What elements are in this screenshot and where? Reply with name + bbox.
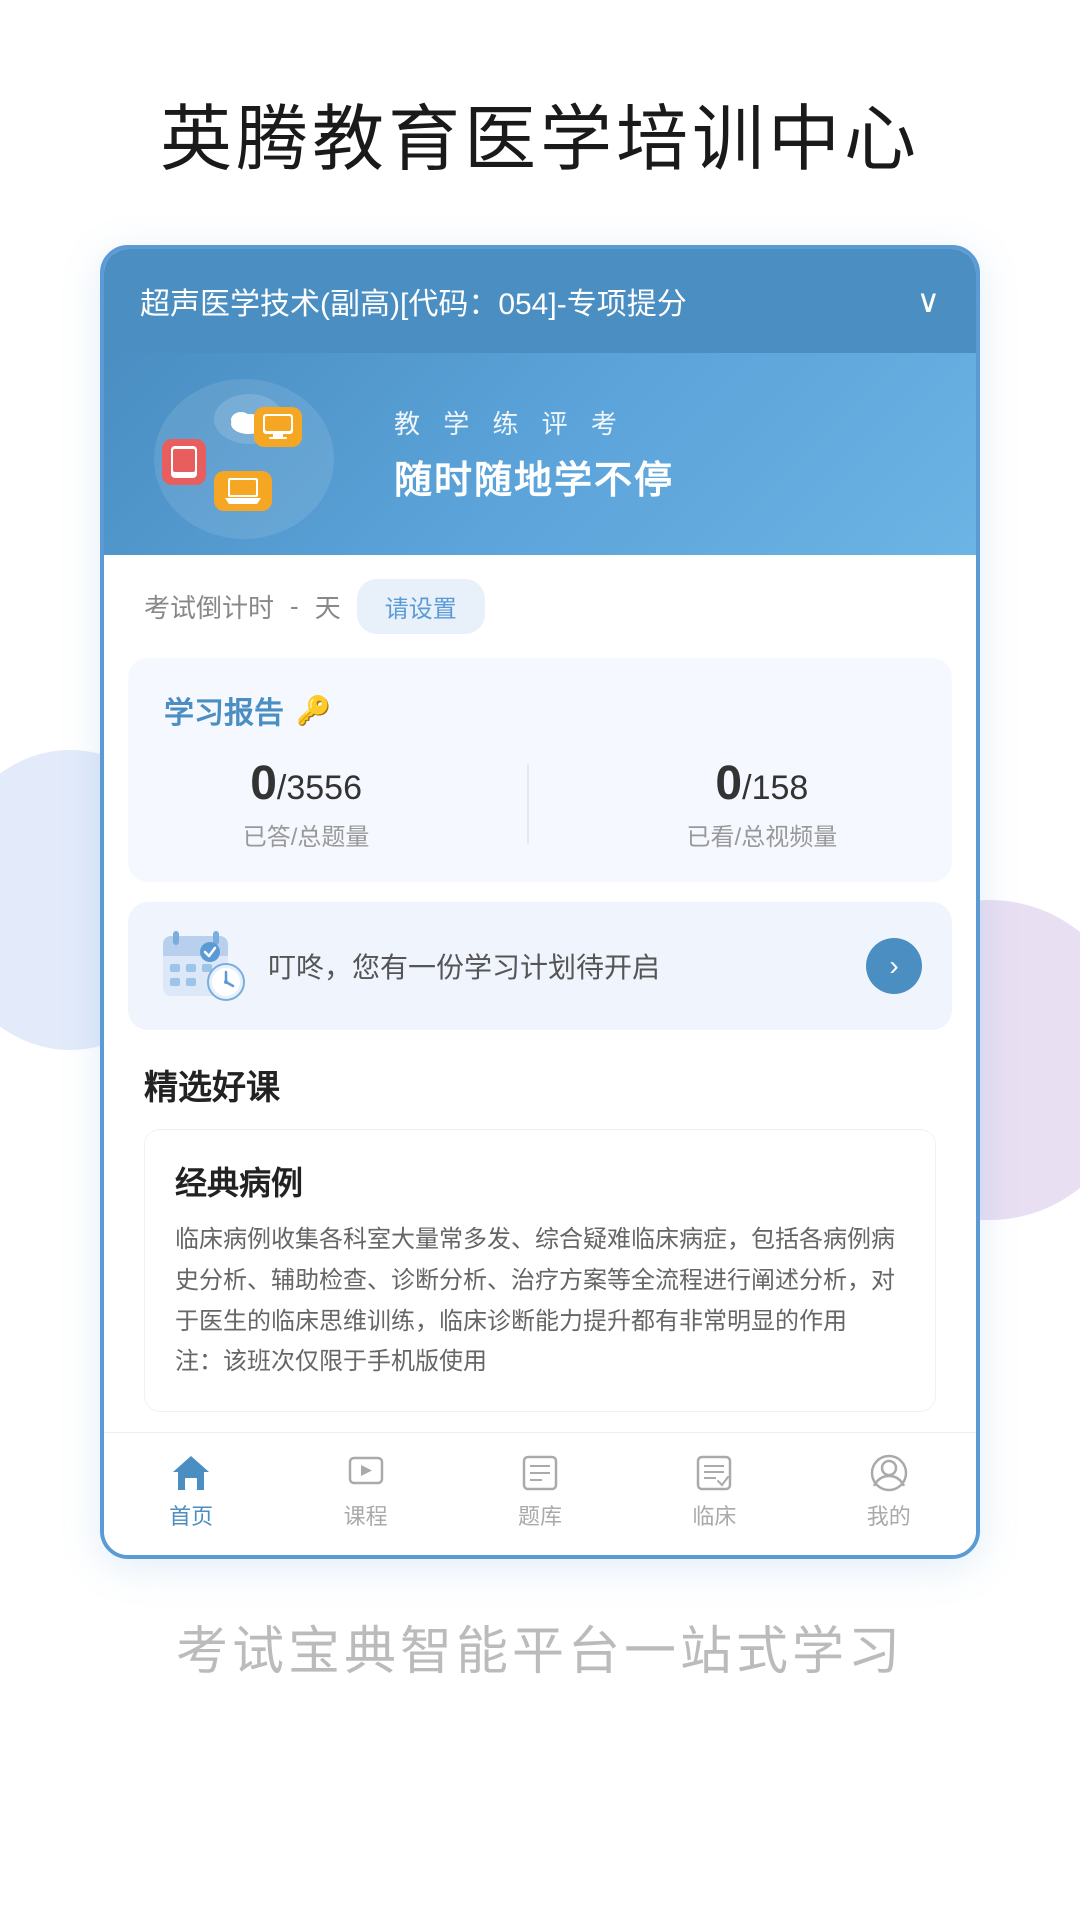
banner-text-area: 教 学 练 评 考 随时随地学不停 bbox=[394, 404, 936, 504]
stat-watched-label: 已看/总视频量 bbox=[687, 817, 838, 852]
profile-icon bbox=[867, 1453, 911, 1493]
countdown-label: 考试倒计时 bbox=[144, 588, 274, 625]
study-plan-arrow-button[interactable]: › bbox=[866, 938, 922, 994]
nav-item-clinical[interactable]: 临床 bbox=[654, 1453, 774, 1531]
stat-watched: 0/158 已看/总视频量 bbox=[687, 756, 838, 852]
stats-row: 0/3556 已答/总题量 0/158 已看/总视频量 bbox=[164, 756, 916, 852]
stat-answered: 0/3556 已答/总题量 bbox=[243, 756, 370, 852]
featured-section-title: 精选好课 bbox=[144, 1060, 936, 1109]
bottom-nav: 首页 课程 bbox=[104, 1432, 976, 1555]
nav-label-clinical: 临床 bbox=[692, 1499, 736, 1531]
countdown-dash: - bbox=[290, 591, 299, 622]
learning-report-title: 学习报告 bbox=[164, 688, 284, 732]
arrow-right-icon: › bbox=[889, 950, 898, 982]
laptop-icon bbox=[214, 471, 272, 511]
learning-report-card: 学习报告 🔑 0/3556 已答/总题量 0/158 已看/总视频量 bbox=[128, 658, 952, 882]
banner-icons bbox=[144, 389, 384, 519]
course-card-desc: 临床病例收集各科室大量常多发、综合疑难临床病症，包括各病例病史分析、辅助检查、诊… bbox=[175, 1220, 905, 1383]
course-selector-arrow-icon: ∨ bbox=[917, 282, 940, 320]
banner-subtitle: 教 学 练 评 考 bbox=[394, 404, 936, 441]
course-icon bbox=[344, 1453, 388, 1493]
footer-text: 考试宝典智能平台一站式学习 bbox=[176, 1609, 904, 1684]
stat-answered-value: 0/3556 bbox=[250, 756, 362, 811]
phone-mockup: 超声医学技术(副高)[代码：054]-专项提分 ∨ bbox=[100, 245, 980, 1559]
nav-item-profile[interactable]: 我的 bbox=[829, 1453, 949, 1531]
stat-answered-label: 已答/总题量 bbox=[243, 817, 370, 852]
featured-section: 精选好课 经典病例 临床病例收集各科室大量常多发、综合疑难临床病症，包括各病例病… bbox=[104, 1050, 976, 1432]
monitor-icon bbox=[254, 407, 302, 447]
tablet-icon bbox=[162, 439, 206, 485]
home-icon bbox=[169, 1453, 213, 1493]
learning-report-header: 学习报告 🔑 bbox=[164, 688, 916, 732]
course-selector-bar[interactable]: 超声医学技术(副高)[代码：054]-专项提分 ∨ bbox=[104, 249, 976, 353]
nav-label-profile: 我的 bbox=[867, 1499, 911, 1531]
question-bank-icon bbox=[518, 1453, 562, 1493]
banner: 教 学 练 评 考 随时随地学不停 bbox=[104, 353, 976, 555]
nav-item-course[interactable]: 课程 bbox=[306, 1453, 426, 1531]
nav-item-home[interactable]: 首页 bbox=[131, 1453, 251, 1531]
key-icon: 🔑 bbox=[296, 694, 331, 727]
nav-label-question-bank: 题库 bbox=[518, 1499, 562, 1531]
course-card[interactable]: 经典病例 临床病例收集各科室大量常多发、综合疑难临床病症，包括各病例病史分析、辅… bbox=[144, 1129, 936, 1412]
nav-item-question-bank[interactable]: 题库 bbox=[480, 1453, 600, 1531]
nav-label-home: 首页 bbox=[169, 1499, 213, 1531]
stat-divider bbox=[527, 764, 529, 844]
banner-title: 随时随地学不停 bbox=[394, 449, 936, 504]
plan-icon bbox=[158, 926, 248, 1006]
clinical-icon bbox=[692, 1453, 736, 1493]
app-title: 英腾教育医学培训中心 bbox=[160, 80, 920, 185]
countdown-set-button[interactable]: 请设置 bbox=[357, 579, 485, 634]
study-plan-banner[interactable]: 叮咚，您有一份学习计划待开启 › bbox=[128, 902, 952, 1030]
stat-watched-value: 0/158 bbox=[715, 756, 808, 811]
countdown-unit: 天 bbox=[315, 588, 341, 625]
nav-label-course: 课程 bbox=[344, 1499, 388, 1531]
course-selector-text: 超声医学技术(副高)[代码：054]-专项提分 bbox=[140, 279, 901, 323]
study-plan-text: 叮咚，您有一份学习计划待开启 bbox=[268, 946, 846, 986]
course-card-title: 经典病例 bbox=[175, 1158, 905, 1204]
countdown-bar: 考试倒计时 - 天 请设置 bbox=[104, 555, 976, 658]
